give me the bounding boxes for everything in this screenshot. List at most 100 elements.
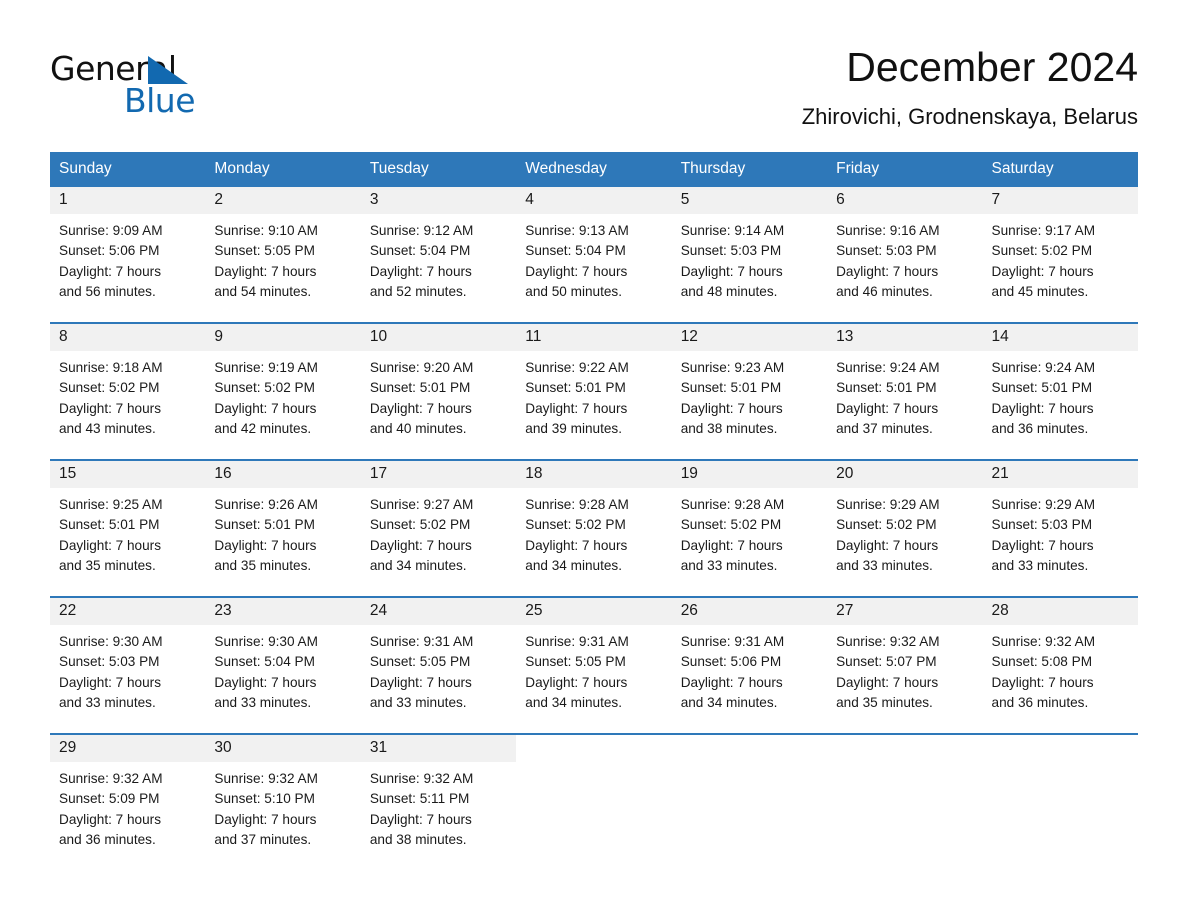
daylight-text-line1: Daylight: 7 hours [214,400,317,416]
sunrise-text: Sunrise: 9:12 AM [369,223,474,239]
day-details: Sunrise: 9:12 AM Sunset: 5:04 PM Daylight:… [361,214,516,302]
daylight-text-line2: and 33 minutes. [680,557,778,573]
day-number: 14 [982,324,1138,352]
day-cell-content[interactable]: 26 Sunrise: 9:31 AM Sunset: 5:06 PM Dayligh… [671,598,828,734]
logo-text-blue: Blue [124,81,196,120]
day-number: 13 [827,324,983,352]
day-cell-content[interactable]: 20 Sunrise: 9:29 AM Sunset: 5:02 PM Dayligh… [827,461,983,597]
day-cell-content[interactable]: 2 Sunrise: 9:10 AM Sunset: 5:05 PM Daylight… [205,187,361,323]
day-number: 9 [205,324,361,352]
calendar-day-cell: 26 Sunrise: 9:31 AM Sunset: 5:06 PM Dayligh… [671,596,828,735]
sunrise-text: Sunrise: 9:29 AM [991,497,1096,513]
daylight-text-line1: Daylight: 7 hours [525,263,628,279]
sunset-text: Sunset: 5:03 PM [836,243,937,259]
day-cell-content [982,735,1138,871]
sunrise-text: Sunrise: 9:31 AM [525,634,629,650]
day-cell-content[interactable]: 9 Sunrise: 9:19 AM Sunset: 5:02 PM Daylight… [205,324,361,460]
day-cell-content[interactable]: 29 Sunrise: 9:32 AM Sunset: 5:09 PM Dayligh… [50,735,206,871]
day-cell-content[interactable]: 28 Sunrise: 9:32 AM Sunset: 5:08 PM Dayligh… [982,598,1138,734]
calendar-week-row: 15 Sunrise: 9:25 AM Sunset: 5:01 PM Dayligh… [50,459,1138,598]
daylight-text-line2: and 52 minutes. [369,283,467,299]
sunrise-text: Sunrise: 9:32 AM [214,771,318,787]
calendar-day-cell: 16 Sunrise: 9:26 AM Sunset: 5:01 PM Dayligh… [205,459,361,598]
daylight-text-line1: Daylight: 7 hours [59,263,162,279]
day-cell-content[interactable]: 24 Sunrise: 9:31 AM Sunset: 5:05 PM Dayligh… [360,598,517,734]
location-subtitle: Zhirovichi, Grodnenskaya, Belarus [801,104,1138,130]
day-cell-content[interactable]: 27 Sunrise: 9:32 AM Sunset: 5:07 PM Dayligh… [827,598,983,734]
daylight-text-line2: and 33 minutes. [991,557,1089,573]
day-details: Sunrise: 9:17 AM Sunset: 5:02 PM Daylight:… [983,214,1138,302]
day-details: Sunrise: 9:19 AM Sunset: 5:02 PM Daylight:… [205,351,360,439]
sunrise-text: Sunrise: 9:29 AM [836,497,940,513]
sunrise-text: Sunrise: 9:30 AM [214,634,318,650]
daylight-text-line2: and 33 minutes. [214,694,312,710]
day-cell-content[interactable]: 18 Sunrise: 9:28 AM Sunset: 5:02 PM Dayligh… [516,461,672,597]
day-cell-content[interactable]: 4 Sunrise: 9:13 AM Sunset: 5:04 PM Daylight… [516,187,672,323]
calendar-day-cell [982,733,1138,871]
daylight-text-line2: and 34 minutes. [525,557,622,573]
daylight-text-line2: and 35 minutes. [836,694,933,710]
daylight-text-line1: Daylight: 7 hours [525,674,628,690]
calendar-day-cell: 2 Sunrise: 9:10 AM Sunset: 5:05 PM Daylight… [205,187,361,323]
day-cell-content[interactable]: 1 Sunrise: 9:09 AM Sunset: 5:06 PM Daylight… [50,187,206,323]
calendar-day-cell: 22 Sunrise: 9:30 AM Sunset: 5:03 PM Dayligh… [50,596,206,735]
day-cell-content[interactable]: 10 Sunrise: 9:20 AM Sunset: 5:01 PM Dayligh… [360,324,517,460]
day-cell-content[interactable]: 15 Sunrise: 9:25 AM Sunset: 5:01 PM Dayligh… [50,461,206,597]
day-details: Sunrise: 9:30 AM Sunset: 5:03 PM Daylight:… [50,625,205,713]
day-number: 24 [360,598,517,626]
day-cell-content[interactable]: 8 Sunrise: 9:18 AM Sunset: 5:02 PM Daylight… [50,324,206,460]
day-number: 16 [205,461,361,489]
weekday-header-monday: Monday [205,152,361,188]
day-details: Sunrise: 9:13 AM Sunset: 5:04 PM Daylight:… [516,214,671,302]
calendar-day-cell: 10 Sunrise: 9:20 AM Sunset: 5:01 PM Dayligh… [360,322,517,461]
sunrise-text: Sunrise: 9:28 AM [680,497,785,513]
sunset-text: Sunset: 5:03 PM [59,654,160,670]
sunrise-text: Sunrise: 9:32 AM [991,634,1096,650]
day-cell-content[interactable]: 12 Sunrise: 9:23 AM Sunset: 5:01 PM Dayligh… [671,324,828,460]
weekday-header-tuesday: Tuesday [360,152,517,188]
calendar-day-cell: 15 Sunrise: 9:25 AM Sunset: 5:01 PM Dayligh… [50,459,206,598]
day-cell-content[interactable]: 19 Sunrise: 9:28 AM Sunset: 5:02 PM Dayligh… [671,461,828,597]
day-cell-content[interactable]: 25 Sunrise: 9:31 AM Sunset: 5:05 PM Dayligh… [516,598,672,734]
calendar-day-cell: 30 Sunrise: 9:32 AM Sunset: 5:10 PM Dayligh… [205,733,361,871]
day-cell-content[interactable]: 30 Sunrise: 9:32 AM Sunset: 5:10 PM Dayligh… [205,735,361,871]
day-cell-content[interactable]: 21 Sunrise: 9:29 AM Sunset: 5:03 PM Dayligh… [982,461,1138,597]
daylight-text-line1: Daylight: 7 hours [991,674,1094,690]
calendar-day-cell [671,733,828,871]
day-number: 20 [827,461,983,489]
sunset-text: Sunset: 5:01 PM [836,380,937,396]
day-details: Sunrise: 9:24 AM Sunset: 5:01 PM Daylight:… [983,351,1138,439]
day-number [983,735,1138,760]
day-cell-content[interactable]: 5 Sunrise: 9:14 AM Sunset: 5:03 PM Daylight… [671,187,828,323]
day-number: 5 [671,187,828,215]
day-number: 25 [516,598,672,626]
day-cell-content[interactable]: 7 Sunrise: 9:17 AM Sunset: 5:02 PM Daylight… [982,187,1138,323]
day-cell-content[interactable]: 13 Sunrise: 9:24 AM Sunset: 5:01 PM Dayligh… [827,324,983,460]
day-cell-content[interactable]: 31 Sunrise: 9:32 AM Sunset: 5:11 PM Dayligh… [360,735,517,871]
calendar-day-cell [827,733,983,871]
daylight-text-line2: and 42 minutes. [214,420,312,436]
day-details: Sunrise: 9:31 AM Sunset: 5:05 PM Daylight:… [516,625,671,713]
day-cell-content[interactable]: 3 Sunrise: 9:12 AM Sunset: 5:04 PM Daylight… [360,187,517,323]
calendar-day-cell: 20 Sunrise: 9:29 AM Sunset: 5:02 PM Dayligh… [827,459,983,598]
day-cell-content[interactable]: 11 Sunrise: 9:22 AM Sunset: 5:01 PM Dayligh… [516,324,672,460]
calendar-week-row: 8 Sunrise: 9:18 AM Sunset: 5:02 PM Daylight… [50,322,1138,461]
calendar-day-cell: 28 Sunrise: 9:32 AM Sunset: 5:08 PM Dayligh… [982,596,1138,735]
day-number: 8 [50,324,206,352]
day-cell-content[interactable]: 14 Sunrise: 9:24 AM Sunset: 5:01 PM Dayligh… [982,324,1138,460]
sunrise-text: Sunrise: 9:20 AM [369,360,474,376]
daylight-text-line1: Daylight: 7 hours [680,400,783,416]
day-details: Sunrise: 9:32 AM Sunset: 5:09 PM Daylight:… [50,762,205,850]
calendar-day-cell: 1 Sunrise: 9:09 AM Sunset: 5:06 PM Daylight… [50,187,206,323]
day-cell-content[interactable]: 6 Sunrise: 9:16 AM Sunset: 5:03 PM Daylight… [827,187,983,323]
day-cell-content[interactable]: 16 Sunrise: 9:26 AM Sunset: 5:01 PM Dayligh… [205,461,361,597]
weekday-header-wednesday: Wednesday [516,152,672,188]
generalblue-logo[interactable]: General Blue [50,44,200,120]
calendar-day-cell: 5 Sunrise: 9:14 AM Sunset: 5:03 PM Daylight… [671,187,828,323]
day-cell-content[interactable]: 22 Sunrise: 9:30 AM Sunset: 5:03 PM Dayligh… [50,598,206,734]
day-cell-content[interactable]: 23 Sunrise: 9:30 AM Sunset: 5:04 PM Dayligh… [205,598,361,734]
day-details: Sunrise: 9:20 AM Sunset: 5:01 PM Daylight:… [361,351,516,439]
day-cell-content[interactable]: 17 Sunrise: 9:27 AM Sunset: 5:02 PM Dayligh… [360,461,517,597]
day-number: 27 [827,598,983,626]
day-number: 10 [360,324,517,352]
